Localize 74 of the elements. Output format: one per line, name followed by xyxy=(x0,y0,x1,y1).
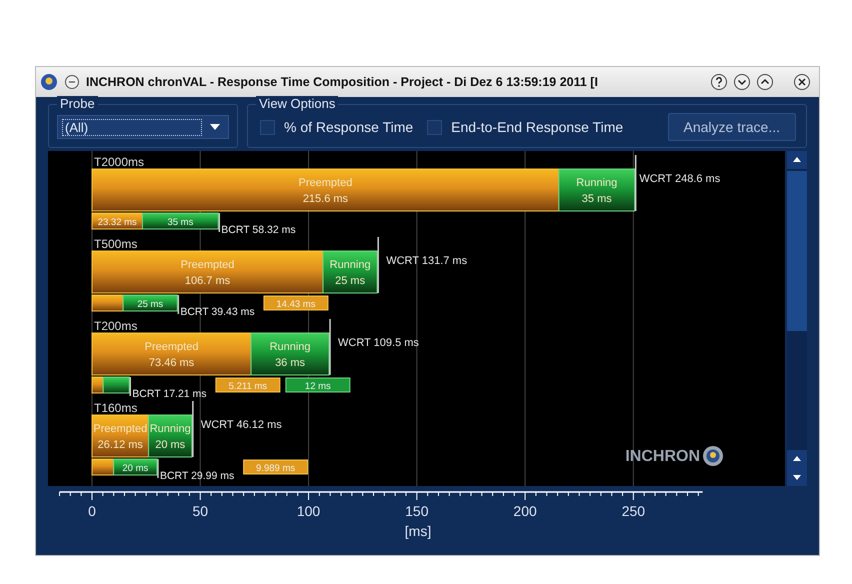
running-bar xyxy=(102,376,130,394)
bar-value: 36 ms xyxy=(275,357,306,369)
bcrt-marker xyxy=(218,213,220,232)
bar-value: 25 ms xyxy=(335,275,366,287)
wcrt-marker xyxy=(634,155,636,211)
group-label: View Options xyxy=(256,96,338,112)
bar-value: 106.7 ms xyxy=(184,275,230,287)
bcrt-marker xyxy=(178,295,180,314)
wcrt-label: WCRT 248.6 ms xyxy=(639,173,720,185)
analyze-trace-button[interactable]: Analyze trace... xyxy=(668,113,796,141)
task-label: T200ms xyxy=(94,319,138,333)
bar-label: Preempted xyxy=(93,423,148,435)
value-box: 9.989 ms xyxy=(243,460,308,474)
maximize-icon[interactable] xyxy=(756,73,774,91)
scroll-down-icon[interactable] xyxy=(787,468,807,486)
bcrt-label: BCRT 29.99 ms xyxy=(160,470,234,482)
bcrt-marker xyxy=(130,377,131,396)
probe-dropdown[interactable]: (All) xyxy=(57,115,229,139)
value-box: 5.211 ms xyxy=(215,378,280,392)
bar-value: 35 ms xyxy=(167,217,194,228)
tick-label: 150 xyxy=(405,503,428,519)
wcrt-marker xyxy=(192,401,194,457)
task-label: T500ms xyxy=(94,237,138,251)
value-box: 14.43 ms xyxy=(263,296,328,310)
scroll-up-icon[interactable] xyxy=(787,450,807,468)
axis-title: [ms] xyxy=(404,523,432,539)
wcrt-marker xyxy=(377,237,379,293)
bar-value: 26.12 ms xyxy=(98,439,143,451)
bar-value: 73.46 ms xyxy=(148,357,194,369)
app-logo-icon xyxy=(40,73,58,91)
wcrt-label: WCRT 131.7 ms xyxy=(386,255,468,267)
scroll-up-icon[interactable] xyxy=(787,151,807,169)
checkbox-label: % of Response Time xyxy=(284,119,414,135)
tick-label: 50 xyxy=(192,503,208,519)
bar-value: 23.32 ms xyxy=(98,217,137,228)
bcrt-label: BCRT 17.21 ms xyxy=(132,388,207,400)
bar-value: 215.6 ms xyxy=(302,193,348,205)
bar-label: Preempted xyxy=(144,341,198,353)
bar-value: 25 ms xyxy=(137,299,164,310)
logo-icon xyxy=(703,446,723,466)
bcrt-label: BCRT 39.43 ms xyxy=(180,306,255,318)
bar-label: Running xyxy=(576,177,618,189)
tick-label: 0 xyxy=(88,503,96,519)
scrollbar-thumb[interactable] xyxy=(787,171,807,331)
task-label: T160ms xyxy=(94,401,138,415)
bar-value: 20 ms xyxy=(122,463,148,474)
logo-text: INCHRON xyxy=(625,448,700,465)
window-title: INCHRON chronVAL - Response Time Composition - Project - Di Dez 6 13:59:19 2011 [I xyxy=(86,75,599,89)
caret-icon xyxy=(210,124,220,130)
running-bar xyxy=(122,294,178,312)
bar-label: Preempted xyxy=(180,259,234,271)
task-label: T2000ms xyxy=(94,155,144,169)
bcrt-label: BCRT 58.32 ms xyxy=(221,224,296,236)
bar-label: Preempted xyxy=(298,177,352,189)
tick-label: 200 xyxy=(513,503,537,519)
running-bar xyxy=(322,250,378,294)
wcrt-marker xyxy=(329,319,331,375)
value-box: 12 ms xyxy=(285,378,350,392)
tick-label: 250 xyxy=(622,503,646,519)
tick-label: 100 xyxy=(296,503,320,519)
help-icon[interactable] xyxy=(710,73,728,91)
scrollbar[interactable] xyxy=(787,151,807,486)
wcrt-label: WCRT 109.5 ms xyxy=(338,337,419,349)
wcrt-label: WCRT 46.12 ms xyxy=(200,419,282,431)
checkbox[interactable]: % of Response Time xyxy=(260,119,414,135)
minimize-icon[interactable] xyxy=(733,73,751,91)
bcrt-marker xyxy=(157,459,159,478)
menu-icon[interactable] xyxy=(64,74,80,90)
close-icon[interactable] xyxy=(793,73,811,91)
bar-label: Running xyxy=(330,259,371,271)
bar-label: Running xyxy=(270,341,311,353)
bar-value: 35 ms xyxy=(582,193,612,205)
bar-label: Running xyxy=(150,423,191,435)
bar-value: 20 ms xyxy=(155,439,186,451)
